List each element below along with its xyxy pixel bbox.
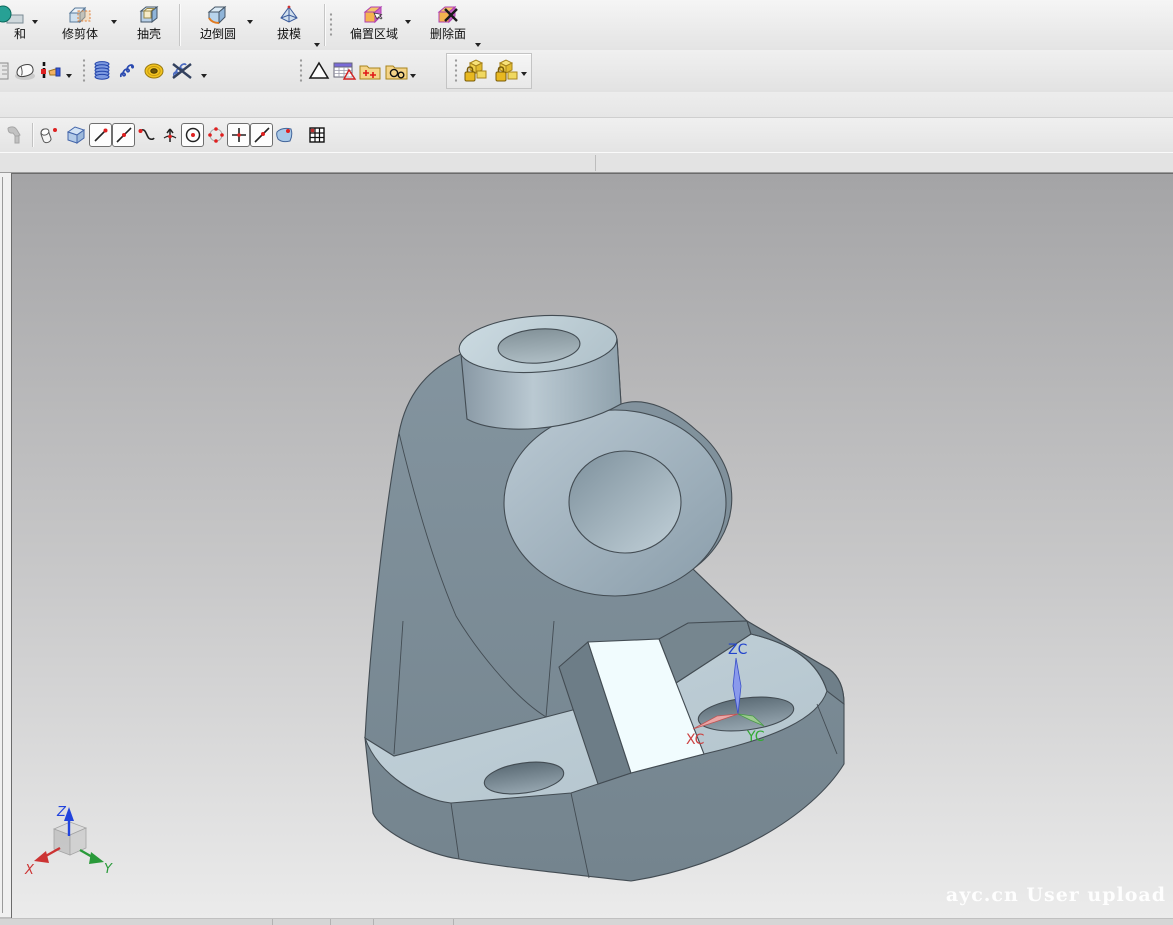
mouse-eraser-icon[interactable]	[12, 58, 38, 84]
view-triad-x-label: X	[24, 863, 35, 878]
snap-center-icon[interactable]	[181, 123, 204, 147]
snap-point-on-curve-icon[interactable]	[250, 123, 273, 147]
interpart-group-caret[interactable]	[521, 72, 527, 76]
selection-group-caret[interactable]	[66, 74, 72, 78]
offset-region-label: 偏置区域	[350, 27, 398, 41]
spring-group-caret[interactable]	[201, 74, 207, 78]
offset-region-button[interactable]: 偏置区域	[336, 0, 412, 50]
delete-face-label: 删除面	[430, 27, 466, 41]
endpoint-tool-icon[interactable]	[37, 122, 63, 148]
bracket-part[interactable]	[365, 311, 844, 881]
unite-dropdown-caret[interactable]	[32, 20, 38, 24]
view-triad-y-label: Y	[104, 862, 113, 877]
snap-existing-point-icon[interactable]	[227, 123, 250, 147]
toolbar-drag-handle[interactable]	[82, 58, 86, 84]
wcs-y-label: YC	[746, 729, 765, 745]
linked-body-icon[interactable]	[461, 58, 491, 84]
snap-quadrant-icon[interactable]	[204, 123, 227, 147]
spring-icon[interactable]	[115, 58, 141, 84]
group-folder-icon[interactable]	[384, 58, 410, 84]
shell-button[interactable]: 抽壳	[120, 0, 178, 50]
status-bar	[0, 918, 1173, 925]
shell-label: 抽壳	[137, 27, 161, 41]
wcs-z-label: ZC	[728, 642, 748, 658]
trim-body-dropdown-caret[interactable]	[111, 20, 117, 24]
draft-icon	[277, 3, 301, 27]
toolbar-separator	[324, 4, 325, 46]
edge-blend-icon	[205, 3, 231, 27]
secondary-toolbar	[0, 50, 1173, 92]
clipboard-partial-icon[interactable]	[0, 58, 12, 84]
toolbar-drag-handle[interactable]	[454, 58, 458, 84]
unite-label: 和	[14, 27, 26, 41]
feature-cube-icon[interactable]	[63, 122, 89, 148]
resource-bar-edge[interactable]	[0, 173, 11, 918]
washer-icon[interactable]	[141, 58, 167, 84]
snap-point-toolbar	[0, 118, 1173, 152]
shell-icon	[137, 3, 161, 27]
view-triad-z-label: Z	[56, 805, 67, 820]
grid-point-icon[interactable]	[304, 122, 330, 148]
cue-line	[0, 152, 1173, 173]
delete-face-button[interactable]: 删除面	[412, 0, 484, 50]
snap-endpoint-icon[interactable]	[89, 123, 112, 147]
snap-intersection-icon[interactable]	[158, 123, 181, 147]
select-list-hand-icon[interactable]	[38, 58, 64, 84]
feature-toolbar: 和 修剪体	[0, 0, 1173, 50]
snap-control-point-icon[interactable]	[135, 123, 158, 147]
toolbar-drag-handle[interactable]	[299, 58, 303, 84]
unite-button[interactable]: 和	[0, 0, 40, 50]
trim-body-label: 修剪体	[62, 27, 98, 41]
draft-group-caret[interactable]	[314, 43, 320, 47]
spring-stack-icon[interactable]	[89, 58, 115, 84]
toolbar-drag-handle[interactable]	[329, 12, 333, 38]
linked-body-alt-icon[interactable]	[491, 58, 521, 84]
delete-face-icon	[435, 3, 461, 27]
toolbar-separator	[32, 123, 33, 147]
part-model-canvas[interactable]: ZC XC YC Z X Y	[12, 174, 1173, 919]
triangle-icon[interactable]	[306, 58, 332, 84]
unite-icon	[0, 3, 29, 27]
edge-blend-dropdown-caret[interactable]	[247, 20, 253, 24]
view-triad: Z X Y	[24, 805, 113, 878]
cue-divider	[595, 155, 596, 171]
offset-region-dropdown-caret[interactable]	[405, 20, 411, 24]
trim-body-icon	[67, 3, 93, 27]
edge-blend-label: 边倒圆	[200, 27, 236, 41]
graphics-viewport[interactable]: ZC XC YC Z X Y a	[11, 173, 1173, 918]
cylinder-bore[interactable]	[569, 451, 681, 553]
datum-table-icon[interactable]	[332, 58, 358, 84]
no-spring-icon[interactable]	[167, 58, 201, 84]
draft-button[interactable]: 拔模	[255, 0, 323, 50]
grayed-tool-icon	[2, 122, 28, 148]
toolbar-separator	[179, 4, 180, 46]
application-window: 和 修剪体	[0, 0, 1173, 925]
draft-label: 拔模	[277, 27, 301, 41]
point-set-folder-icon[interactable]	[358, 58, 384, 84]
wcs-x-label: XC	[686, 732, 705, 748]
offset-region-icon	[361, 3, 387, 27]
snap-point-on-surface-icon[interactable]	[273, 123, 296, 147]
toolbar-empty-band	[0, 92, 1173, 118]
watermark-text: ayc.cn User upload	[946, 884, 1166, 906]
trim-body-button[interactable]: 修剪体	[40, 0, 120, 50]
snap-midpoint-icon[interactable]	[112, 123, 135, 147]
delete-face-group-caret[interactable]	[475, 43, 481, 47]
datum-group-caret[interactable]	[410, 74, 416, 78]
interpart-toolbar	[446, 53, 532, 89]
edge-blend-button[interactable]: 边倒圆	[181, 0, 255, 50]
